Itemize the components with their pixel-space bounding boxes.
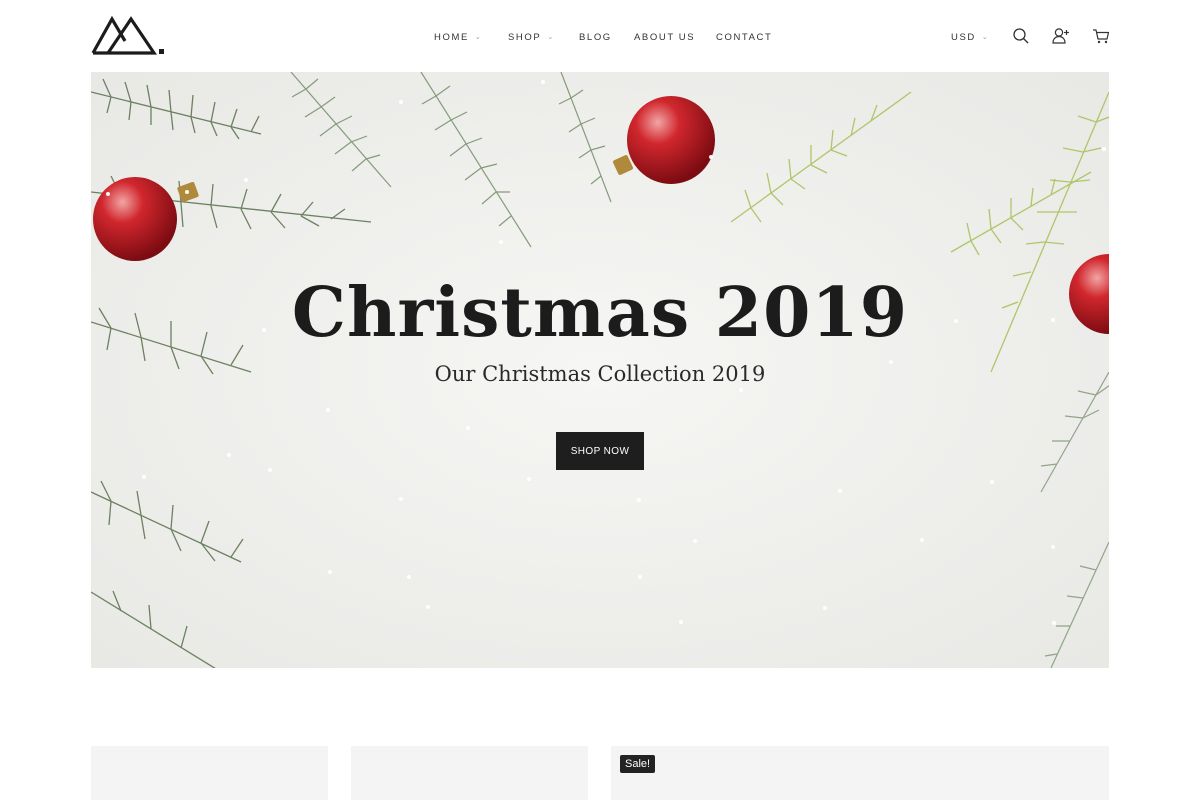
product-card[interactable]: Sale! <box>611 746 1109 800</box>
site-header: HOME ⌄ SHOP ⌄ BLOG ABOUT US CONTACT USD … <box>0 0 1200 72</box>
hero-banner: Christmas 2019 Our Christmas Collection … <box>91 72 1109 668</box>
nav-contact[interactable]: CONTACT <box>716 30 786 44</box>
sale-badge: Sale! <box>620 755 656 773</box>
currency-label: USD <box>951 31 976 43</box>
product-card[interactable] <box>91 746 328 800</box>
currency-selector[interactable]: USD ⌄ <box>951 30 989 44</box>
product-card[interactable] <box>351 746 588 800</box>
shop-now-button[interactable]: SHOP NOW <box>556 432 644 470</box>
site-logo[interactable] <box>91 15 167 58</box>
cart-button[interactable] <box>1092 27 1110 45</box>
hero-subtitle: Our Christmas Collection 2019 <box>434 362 766 386</box>
search-icon <box>1013 28 1029 44</box>
account-button[interactable] <box>1052 27 1070 45</box>
nav-about-us[interactable]: ABOUT US <box>634 30 716 44</box>
nav-shop[interactable]: SHOP ⌄ <box>508 30 579 44</box>
add-user-icon <box>1052 28 1069 44</box>
mountain-logo-icon <box>91 15 164 55</box>
chevron-down-icon: ⌄ <box>474 34 481 41</box>
hero-title: Christmas 2019 <box>291 273 909 353</box>
nav-shop-label: SHOP <box>508 31 542 43</box>
main-nav: HOME ⌄ SHOP ⌄ BLOG ABOUT US CONTACT <box>434 30 786 44</box>
nav-home[interactable]: HOME ⌄ <box>434 30 508 44</box>
search-button[interactable] <box>1012 27 1030 45</box>
chevron-down-icon: ⌄ <box>981 34 990 41</box>
chevron-down-icon: ⌄ <box>547 34 554 41</box>
nav-blog[interactable]: BLOG <box>579 30 634 44</box>
hero-content: Christmas 2019 Our Christmas Collection … <box>91 72 1109 668</box>
cart-icon <box>1093 29 1110 44</box>
nav-home-label: HOME <box>434 31 469 43</box>
